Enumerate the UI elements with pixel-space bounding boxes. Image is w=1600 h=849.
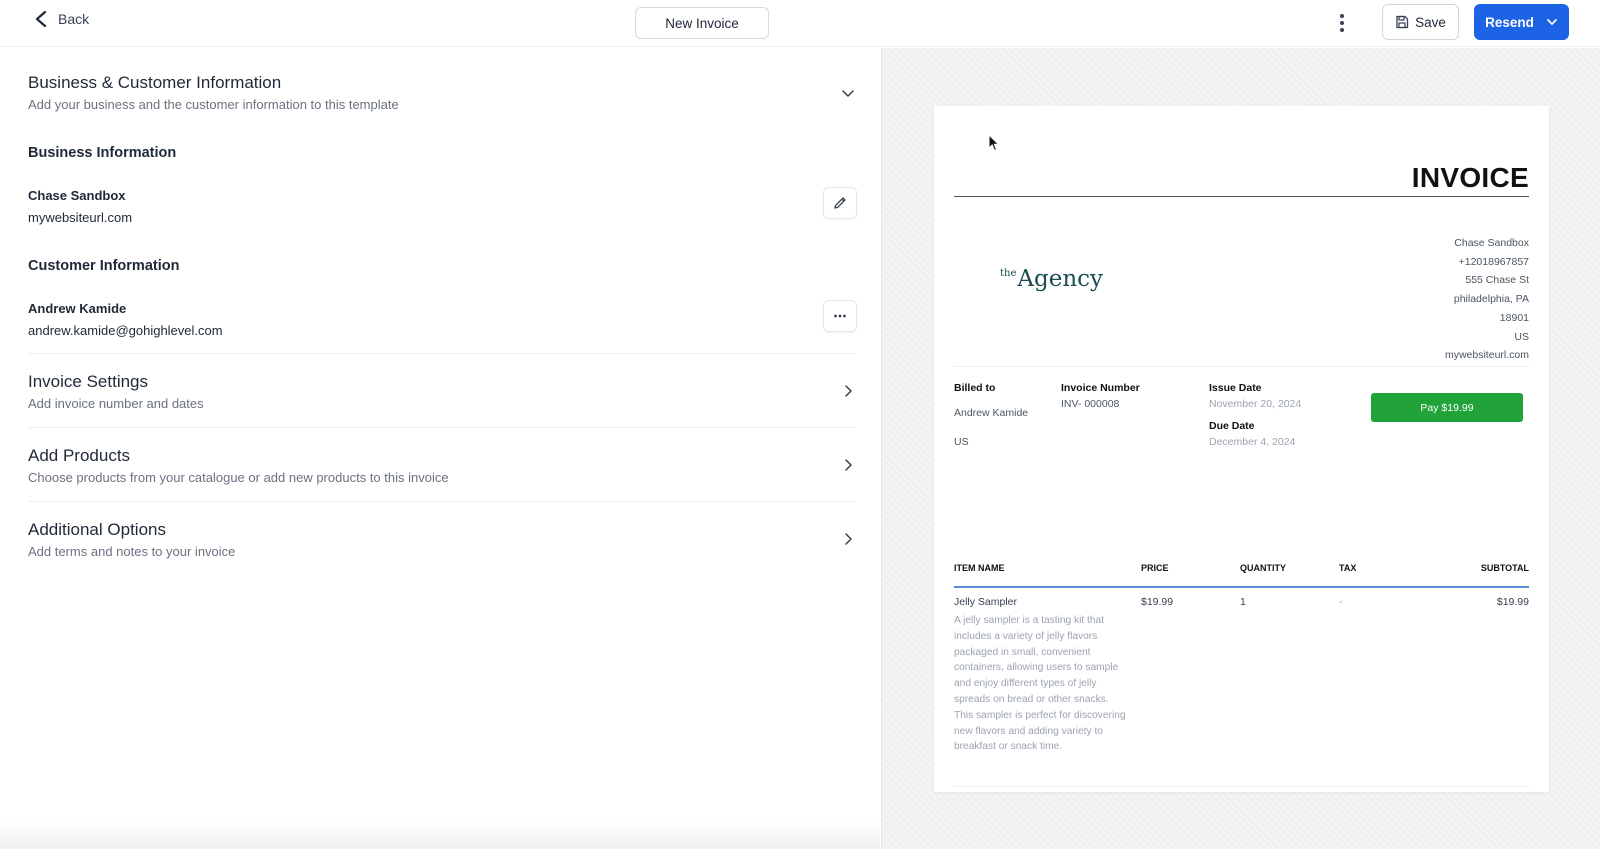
invoice-number-label: Invoice Number xyxy=(1061,382,1140,394)
logo-main-text: Agency xyxy=(1017,266,1104,292)
table-header-quantity: QUANTITY xyxy=(1240,563,1286,573)
business-line: philadelphia, PA xyxy=(1453,293,1529,306)
section-subtitle: Choose products from your catalogue or a… xyxy=(28,470,449,485)
save-label: Save xyxy=(1415,14,1446,30)
item-subtotal: $19.99 xyxy=(1496,596,1529,608)
back-label: Back xyxy=(58,11,90,27)
horizontal-dots-icon xyxy=(834,314,846,318)
invoice-editor-panel: Business & Customer Information Add your… xyxy=(0,48,880,849)
divider xyxy=(954,786,1529,787)
business-line: 555 Chase St xyxy=(1465,274,1529,287)
chevron-down-icon[interactable] xyxy=(1546,16,1558,28)
billed-to-label: Billed to xyxy=(954,382,996,394)
issue-date-label: Issue Date xyxy=(1209,382,1262,394)
item-tax: - xyxy=(1339,596,1343,608)
mouse-pointer-icon xyxy=(988,134,1000,152)
customer-name: Andrew Kamide xyxy=(28,301,127,316)
panel-footer-shade xyxy=(0,819,880,849)
item-quantity: 1 xyxy=(1240,596,1246,608)
section-add-products[interactable]: Add Products Choose products from your c… xyxy=(28,446,449,485)
logo-small-text: the xyxy=(1000,268,1017,279)
business-website: mywebsiteurl.com xyxy=(28,210,133,225)
resend-button[interactable]: Resend xyxy=(1474,4,1569,40)
chevron-down-icon[interactable] xyxy=(841,86,855,100)
vertical-dots-icon xyxy=(1340,14,1344,18)
section-title: Invoice Settings xyxy=(28,372,149,391)
section-title: Business & Customer Information xyxy=(28,73,282,92)
chevron-right-icon[interactable] xyxy=(841,532,855,546)
due-date-label: Due Date xyxy=(1209,420,1255,432)
billed-to-name: Andrew Kamide xyxy=(954,407,1029,419)
customer-email: andrew.kamide@gohighlevel.com xyxy=(28,323,223,338)
table-header-tax: TAX xyxy=(1339,563,1357,573)
chevron-right-icon[interactable] xyxy=(841,384,855,398)
invoice-heading: INVOICE xyxy=(1411,162,1529,193)
customer-options-button[interactable] xyxy=(823,300,857,332)
table-header-price: PRICE xyxy=(1141,563,1169,573)
divider xyxy=(28,353,856,354)
pay-button[interactable]: Pay $19.99 xyxy=(1371,393,1523,422)
business-line: 18901 xyxy=(1499,311,1529,324)
section-title: Additional Options xyxy=(28,520,166,539)
top-bar: Back New Invoice Save Resend xyxy=(0,0,1600,47)
item-price: $19.99 xyxy=(1141,596,1174,608)
floppy-disk-icon xyxy=(1396,15,1409,29)
table-header-subtotal: SUBTOTAL xyxy=(1480,563,1529,573)
business-line: Chase Sandbox xyxy=(1454,237,1529,249)
billed-to-country: US xyxy=(954,436,969,448)
divider xyxy=(954,366,1529,367)
business-line: +12018967857 xyxy=(1458,255,1529,268)
chevron-left-icon xyxy=(35,10,47,28)
business-line: US xyxy=(1514,330,1529,343)
table-header-item: ITEM NAME xyxy=(954,563,1005,573)
issue-date-value: November 20, 2024 xyxy=(1209,398,1302,410)
business-info-heading: Business Information xyxy=(28,145,177,161)
save-button[interactable]: Save xyxy=(1382,4,1459,40)
customer-info-heading: Customer Information xyxy=(28,258,180,274)
back-button[interactable]: Back xyxy=(34,8,89,30)
table-header-rule xyxy=(954,586,1529,588)
invoice-title-field[interactable]: New Invoice xyxy=(635,7,769,39)
section-additional-options[interactable]: Additional Options Add terms and notes t… xyxy=(28,520,235,559)
business-logo: the Agency xyxy=(1000,266,1103,292)
item-description: A jelly sampler is a tasting kit that in… xyxy=(954,615,1126,753)
invoice-number-value: INV- 000008 xyxy=(1061,398,1120,410)
section-subtitle: Add your business and the customer infor… xyxy=(28,97,399,112)
resend-label: Resend xyxy=(1485,14,1534,30)
section-subtitle: Add terms and notes to your invoice xyxy=(28,544,236,559)
business-address-block: Chase Sandbox +12018967857 555 Chase St … xyxy=(1445,234,1529,365)
section-invoice-settings[interactable]: Invoice Settings Add invoice number and … xyxy=(28,372,204,411)
invoice-preview-document: INVOICE the Agency Chase Sandbox +120189… xyxy=(934,106,1549,792)
heading-rule xyxy=(954,196,1529,197)
section-title: Add Products xyxy=(28,446,131,465)
edit-business-button[interactable] xyxy=(823,187,857,219)
business-name: Chase Sandbox xyxy=(28,188,126,203)
business-line: mywebsiteurl.com xyxy=(1444,349,1529,362)
divider xyxy=(28,501,856,502)
divider xyxy=(28,427,856,428)
item-name: Jelly Sampler xyxy=(954,596,1018,608)
chevron-right-icon[interactable] xyxy=(841,458,855,472)
section-subtitle: Add invoice number and dates xyxy=(28,396,204,411)
more-options-button[interactable] xyxy=(1330,10,1354,36)
section-business-customer[interactable]: Business & Customer Information Add your… xyxy=(28,73,399,112)
due-date-value: December 4, 2024 xyxy=(1209,436,1296,448)
pencil-icon xyxy=(834,197,846,209)
